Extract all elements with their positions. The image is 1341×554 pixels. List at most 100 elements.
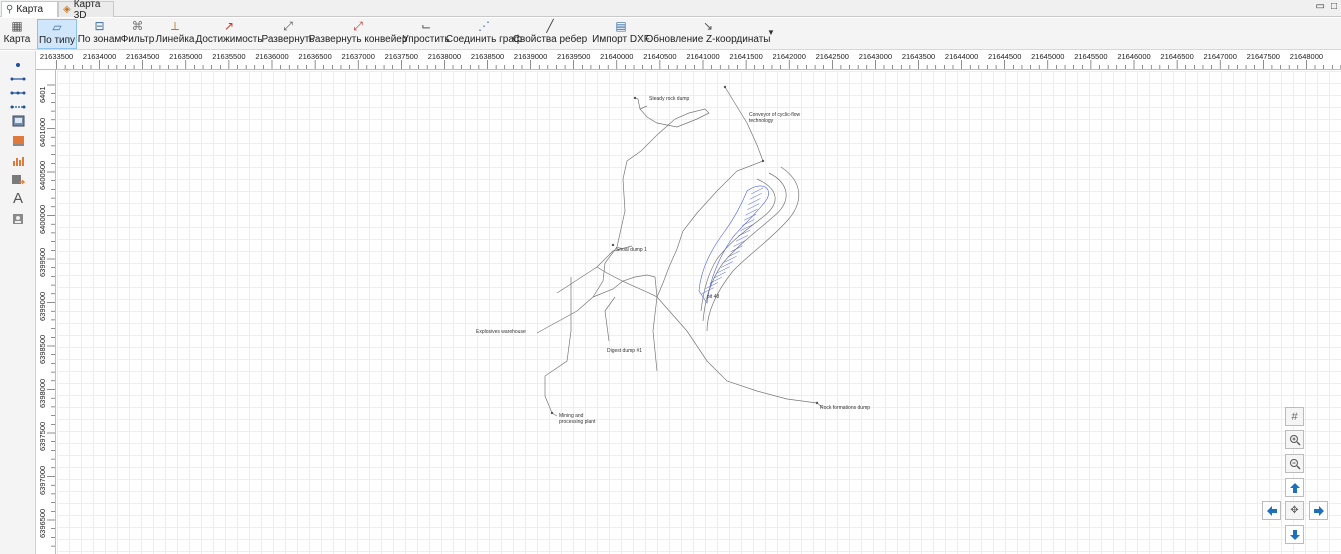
map-label[interactable]: Digest dump #1 [607, 348, 642, 354]
ruler-x-label: 21635000 [169, 52, 203, 61]
text-icon[interactable]: A [9, 190, 27, 207]
ruler-x-label: 21647500 [1246, 52, 1280, 61]
map-label[interactable]: Rock formations dump [820, 405, 870, 411]
road-line [656, 296, 818, 404]
portrait-icon[interactable] [9, 211, 27, 227]
tab-map-3d[interactable]: ◈ Карта 3D [58, 0, 114, 21]
pan-up-icon [1289, 482, 1300, 493]
document-tab-bar: ⚲ Карта ◈ Карта 3D ▭ □ [0, 0, 1341, 21]
import-dxf-icon: ▤ [615, 19, 627, 33]
ruler-icon: ⟂ [170, 19, 179, 33]
toolbar-simplify-button[interactable]: ⌙ Упростить [402, 19, 450, 49]
toolbar-filter-button[interactable]: ⌘ Фильтр [120, 19, 155, 49]
pan-left-button[interactable] [1262, 501, 1281, 520]
toolbar-expand-label: Развернуть [261, 34, 315, 45]
map-point [550, 411, 554, 415]
toolbar-edge-properties-button[interactable]: ╱ Свойства ребер [513, 19, 587, 49]
road-line [592, 97, 710, 298]
pit-hatch-line [717, 266, 730, 273]
road-line [536, 296, 594, 334]
maximize-icon[interactable]: □ [1331, 1, 1337, 12]
toolbar-filter-label: Фильтр [120, 34, 155, 45]
toolbar-edge-properties-label: Свойства ребер [512, 34, 588, 45]
map-label[interactable]: pit 48 [707, 294, 719, 300]
map-canvas[interactable]: Steady rock dump Conveyor of cyclic-flow… [57, 71, 1341, 554]
toolbar-expand-conveyor-button[interactable]: ⤢ Развернуть конвейер [309, 19, 408, 49]
toolbar-by-zones-button[interactable]: ⊟ По зонам [77, 19, 122, 49]
expand-conveyor-icon: ⤢ [353, 19, 363, 33]
toolbar-reachability-button[interactable]: ↗ Достижимость [195, 19, 262, 49]
grid-toggle-button[interactable]: # [1285, 407, 1304, 426]
toolbar-update-z-label: Обновление Z-координаты [645, 34, 771, 45]
road-line [592, 274, 658, 298]
map-point [815, 401, 819, 405]
ruler-y-label: 6400500 [38, 160, 47, 190]
map-label[interactable]: Shoal dump 1 [616, 247, 647, 253]
ruler-x-label: 21634500 [126, 52, 160, 61]
toolbar-connect-graph-button[interactable]: ⋰ Соединить граф [446, 19, 522, 49]
ruler-y-label: 6396500 [38, 508, 47, 538]
ruler-x-label: 21639500 [557, 52, 591, 61]
pan-up-button[interactable] [1285, 478, 1304, 497]
map-point [633, 96, 637, 100]
ruler-y-label: 6397500 [38, 421, 47, 451]
toolbar-map-button[interactable]: ▦ Карта [1, 19, 33, 49]
main-toolbar: ▦ Карта ▱ По типу ⊟ По зонам ⌘ Фильтр ⟂ … [0, 18, 1341, 50]
ruler-x-label: 21644000 [944, 52, 979, 61]
road-line [604, 296, 616, 342]
chevron-down-icon[interactable]: ▼ [767, 28, 775, 37]
ruler-y-label: 6397000 [38, 465, 47, 495]
expand-icon: ⤢ [283, 19, 293, 33]
map-point [761, 159, 765, 163]
pit-hatch-line [748, 198, 761, 205]
pit-outline [698, 185, 769, 304]
pit-hatch-line [746, 203, 760, 210]
map-label[interactable]: Conveyor of cyclic-flow technology [749, 112, 801, 124]
tab-map-label: Карта [16, 4, 44, 15]
zoom-out-button[interactable] [1285, 454, 1304, 473]
pan-center-button[interactable]: ✥ [1285, 501, 1304, 520]
minimize-icon[interactable]: ▭ [1316, 1, 1325, 12]
ruler-y-label: 6398000 [38, 378, 47, 408]
zoom-in-icon [1289, 434, 1300, 445]
ruler-y-label: 6400000 [38, 204, 47, 234]
image-frame-icon[interactable] [9, 113, 27, 129]
map-label[interactable]: Steady rock dump [649, 96, 689, 102]
reachability-icon: ↗ [223, 19, 235, 33]
pit-hatch-line [721, 261, 734, 268]
pan-right-button[interactable] [1309, 501, 1328, 520]
toolbar-update-z-button[interactable]: ↘ Обновление Z-координаты [646, 19, 771, 49]
toolbar-ruler-button[interactable]: ⟂ Линейка [155, 19, 195, 49]
simplify-icon: ⌙ [420, 19, 432, 33]
toolbar-by-zones-label: По зонам [77, 34, 122, 45]
toolbar-map-label: Карта [3, 34, 31, 45]
zoom-in-button[interactable] [1285, 430, 1304, 449]
ruler-x-label: 21643500 [901, 52, 936, 61]
window-controls: ▭ □ [1316, 1, 1338, 12]
toolbar-by-type-label: По типу [38, 35, 76, 46]
update-z-icon: ↘ [702, 19, 714, 33]
ruler-y-label: 6401 [38, 86, 47, 103]
export-icon[interactable] [9, 172, 27, 188]
tab-map[interactable]: ⚲ Карта [1, 1, 58, 17]
ruler-x-label: 21646500 [1160, 52, 1194, 61]
toolbar-expand-button[interactable]: ⤢ Развернуть [261, 19, 315, 49]
layer-icon[interactable] [9, 133, 27, 149]
toolbar-by-type-button[interactable]: ▱ По типу [37, 19, 77, 49]
toolbar-simplify-label: Упростить [402, 34, 450, 45]
pan-down-button[interactable] [1285, 525, 1304, 544]
pan-center-icon: ✥ [1290, 505, 1299, 516]
pit-hatch-line [750, 187, 764, 195]
pit-hatch-line [749, 193, 762, 200]
pit-hatch-line [701, 287, 714, 294]
map-label[interactable]: Mining and processing plant [559, 413, 599, 425]
chart-icon[interactable] [9, 153, 27, 169]
ruler-x-label: 21644500 [988, 52, 1022, 61]
pan-left-icon [1266, 505, 1277, 516]
ruler-x-label: 21642000 [772, 52, 806, 61]
map-label[interactable]: Explosives warehouse [476, 329, 526, 335]
road-line [596, 266, 658, 298]
toolbar-connect-graph-label: Соединить граф [445, 34, 523, 45]
ruler-x-label: 21645500 [1074, 52, 1108, 61]
toolbar-import-dxf-button[interactable]: ▤ Импорт DXF [592, 19, 650, 49]
